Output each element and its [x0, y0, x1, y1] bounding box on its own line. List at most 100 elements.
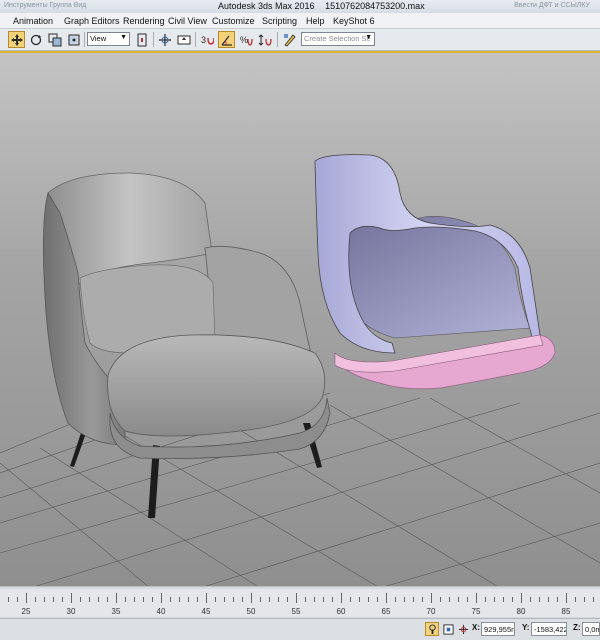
timeline-tick	[485, 597, 486, 602]
timeline-tick	[26, 593, 27, 603]
title-right-hint: Ввести ДФТ и ССЫЛКУ	[514, 2, 590, 9]
absolute-mode-icon[interactable]	[456, 622, 470, 636]
timeline-tick	[8, 597, 9, 602]
timeline-tick	[431, 593, 432, 603]
lock-selection-icon[interactable]	[425, 622, 439, 636]
menu-rendering[interactable]: Rendering	[123, 16, 165, 26]
timeline-tick	[143, 597, 144, 602]
timeline-tick	[260, 597, 261, 602]
timeline-frame-label: 25	[21, 607, 31, 616]
timeline-tick	[395, 597, 396, 602]
timeline-tick	[206, 593, 207, 603]
y-coordinate-label: Y:	[522, 623, 530, 632]
title-left-hint: Инструменты Группа Вид	[4, 2, 87, 9]
scene-render	[0, 154, 600, 586]
perspective-viewport[interactable]	[0, 51, 600, 586]
timeline-tick	[71, 593, 72, 603]
timeline-tick	[593, 597, 594, 602]
timeline-tick	[62, 597, 63, 602]
chevron-down-icon: ▼	[120, 34, 127, 41]
manipulate-icon[interactable]	[156, 31, 173, 48]
pivot-icon[interactable]	[65, 31, 82, 48]
timeline-tick	[134, 597, 135, 602]
timeline-tick	[116, 593, 117, 603]
timeline-tick	[215, 597, 216, 602]
spinner-snap-icon[interactable]	[256, 31, 273, 48]
timeline-frame-label: 40	[156, 607, 166, 616]
x-coordinate-label: X:	[472, 623, 480, 632]
timeline-frame-label: 55	[291, 607, 301, 616]
timeline-tick	[476, 593, 477, 603]
menu-help[interactable]: Help	[306, 16, 325, 26]
scale-icon[interactable]	[46, 31, 63, 48]
menu-scripting[interactable]: Scripting	[262, 16, 297, 26]
timeline-tick	[521, 593, 522, 603]
timeline-frame-label: 50	[246, 607, 256, 616]
pivot-center-icon[interactable]	[133, 31, 150, 48]
timeline-tick	[566, 593, 567, 603]
timeline-frame-label: 30	[66, 607, 76, 616]
timeline-tick	[80, 597, 81, 602]
timeline-tick	[170, 597, 171, 602]
menu-graph-editors[interactable]: Graph Editors	[64, 16, 120, 26]
timeline-frame-label: 80	[516, 607, 526, 616]
track-bar[interactable]: 25 30 35 40 45 50 55 60 65 70 75 80 85	[0, 589, 600, 617]
timeline-tick	[422, 597, 423, 602]
x-coordinate-field[interactable]: 929,955mm	[481, 622, 515, 636]
timeline-tick	[287, 597, 288, 602]
percent-snap-icon[interactable]: %	[237, 31, 254, 48]
timeline-tick	[467, 597, 468, 602]
timeline-tick	[458, 597, 459, 602]
timeline-tick	[107, 597, 108, 602]
timeline-frame-label: 45	[201, 607, 211, 616]
named-sets-icon[interactable]	[281, 31, 298, 48]
timeline-frame-label: 60	[336, 607, 346, 616]
keyboard-shortcut-icon[interactable]	[175, 31, 192, 48]
menu-animation[interactable]: Animation	[13, 16, 53, 26]
timeline-tick	[512, 597, 513, 602]
timeline-tick	[53, 597, 54, 602]
svg-text:%: %	[240, 35, 248, 45]
timeline-tick	[332, 597, 333, 602]
reference-coordinate-dropdown[interactable]: View ▼	[87, 32, 130, 46]
toolbar-separator	[277, 32, 278, 47]
angle-snap-icon[interactable]	[218, 31, 235, 48]
timeline-tick	[341, 593, 342, 603]
timeline-tick	[242, 597, 243, 602]
timeline-tick	[440, 597, 441, 602]
timeline-tick	[197, 597, 198, 602]
timeline-tick	[503, 597, 504, 602]
named-selection-sets-dropdown[interactable]: Create Selection Se ▼	[301, 32, 375, 46]
timeline-tick	[449, 597, 450, 602]
rotate-icon[interactable]	[27, 31, 44, 48]
move-arrows-icon[interactable]	[8, 31, 25, 48]
timeline-tick	[305, 597, 306, 602]
y-coordinate-field[interactable]: -1583,422n	[531, 622, 567, 636]
timeline-tick	[89, 597, 90, 602]
title-bar: Инструменты Группа Вид Autodesk 3ds Max …	[0, 0, 600, 13]
z-coordinate-field[interactable]: 0,0mm	[582, 622, 600, 636]
timeline-frame-label: 85	[561, 607, 571, 616]
timeline-tick	[404, 597, 405, 602]
menu-bar: Animation Graph Editors Rendering Civil …	[0, 13, 600, 29]
shell-model	[314, 154, 556, 390]
timeline-tick	[35, 597, 36, 602]
reference-coordinate-value: View	[90, 34, 107, 43]
timeline-tick	[152, 597, 153, 602]
timeline-tick	[359, 597, 360, 602]
app-title: Autodesk 3ds Max 2016	[218, 1, 315, 11]
menu-customize[interactable]: Customize	[212, 16, 255, 26]
timeline-tick	[179, 597, 180, 602]
menu-civil-view[interactable]: Civil View	[168, 16, 207, 26]
window-title: Autodesk 3ds Max 2016 1510762084753200.m…	[218, 1, 433, 11]
selection-set-placeholder: Create Selection Se	[304, 34, 371, 43]
isolate-selection-icon[interactable]	[441, 622, 455, 636]
timeline-tick	[584, 597, 585, 602]
timeline-tick	[413, 597, 414, 602]
time-slider-ruler[interactable]: 25 30 35 40 45 50 55 60 65 70 75 80 85	[0, 586, 600, 618]
timeline-tick	[44, 597, 45, 602]
timeline-tick	[548, 597, 549, 602]
snap-magnet-icon[interactable]: 3	[198, 31, 215, 48]
menu-keyshot[interactable]: KeyShot 6	[333, 16, 375, 26]
timeline-tick	[125, 597, 126, 602]
